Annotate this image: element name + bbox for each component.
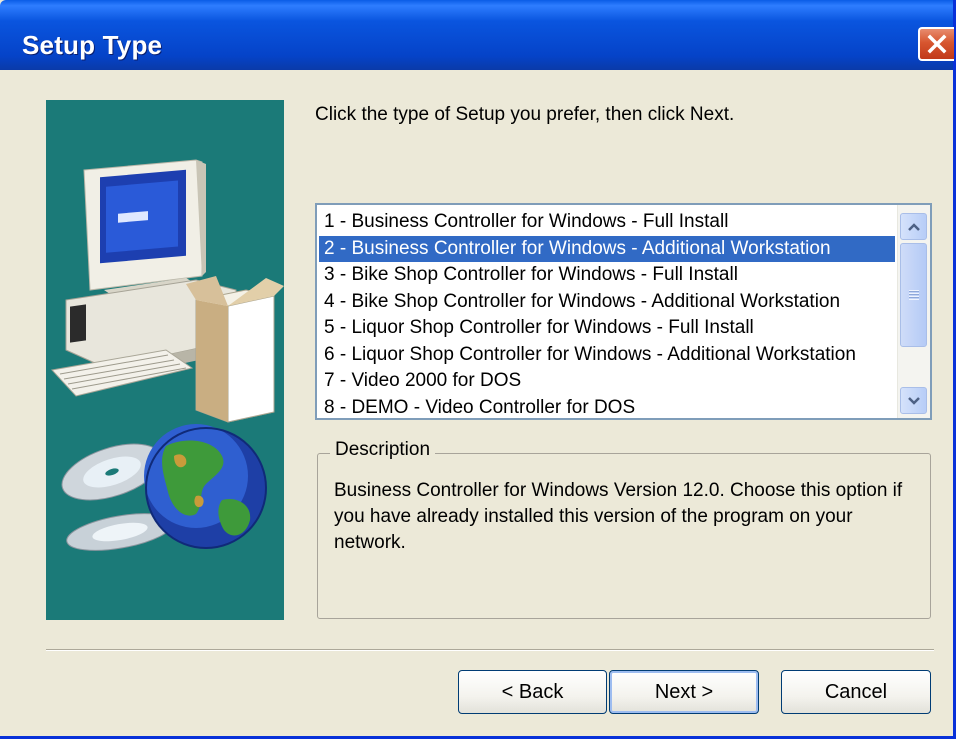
setup-type-option[interactable]: 4 - Bike Shop Controller for Windows - A… (319, 289, 895, 316)
close-button[interactable] (918, 27, 954, 61)
setup-illustration (51, 159, 284, 551)
setup-type-listbox[interactable]: 1 - Business Controller for Windows - Fu… (315, 203, 932, 420)
setup-type-option[interactable]: 6 - Liquor Shop Controller for Windows -… (319, 342, 895, 369)
setup-type-option[interactable]: 8 - DEMO - Video Controller for DOS (319, 395, 895, 419)
scroll-down-button[interactable] (900, 387, 927, 414)
listbox-scrollbar[interactable] (897, 205, 930, 418)
button-separator (46, 649, 934, 651)
next-button[interactable]: Next > (609, 670, 759, 714)
back-button[interactable]: < Back (458, 670, 607, 714)
computer-illustration (51, 159, 284, 423)
scroll-thumb[interactable] (900, 243, 927, 347)
setup-type-option[interactable]: 2 - Business Controller for Windows - Ad… (319, 235, 895, 262)
cancel-button[interactable]: Cancel (781, 670, 931, 714)
setup-type-option[interactable]: 1 - Business Controller for Windows - Fu… (319, 209, 895, 236)
setup-type-option[interactable]: 5 - Liquor Shop Controller for Windows -… (319, 315, 895, 342)
description-groupbox: Description Business Controller for Wind… (317, 439, 931, 619)
scroll-up-button[interactable] (900, 213, 927, 240)
scroll-down-icon (907, 396, 920, 405)
grip-icon (908, 290, 919, 300)
setup-type-dialog: Setup Type Click the type of Setup you p… (0, 0, 956, 739)
description-legend: Description (330, 439, 436, 461)
title-bar[interactable]: Setup Type (0, 0, 954, 70)
setup-illustration-panel (46, 100, 284, 620)
setup-type-option[interactable]: 3 - Bike Shop Controller for Windows - F… (319, 262, 895, 289)
setup-type-list: 1 - Business Controller for Windows - Fu… (319, 209, 895, 419)
window-title: Setup Type (22, 30, 163, 60)
globe-illustration (144, 424, 267, 549)
setup-type-option[interactable]: 7 - Video 2000 for DOS (319, 368, 895, 395)
scroll-up-icon (907, 222, 920, 231)
close-icon (927, 34, 947, 54)
description-text: Business Controller for Windows Version … (334, 480, 903, 553)
instruction-text: Click the type of Setup you prefer, then… (315, 104, 735, 125)
